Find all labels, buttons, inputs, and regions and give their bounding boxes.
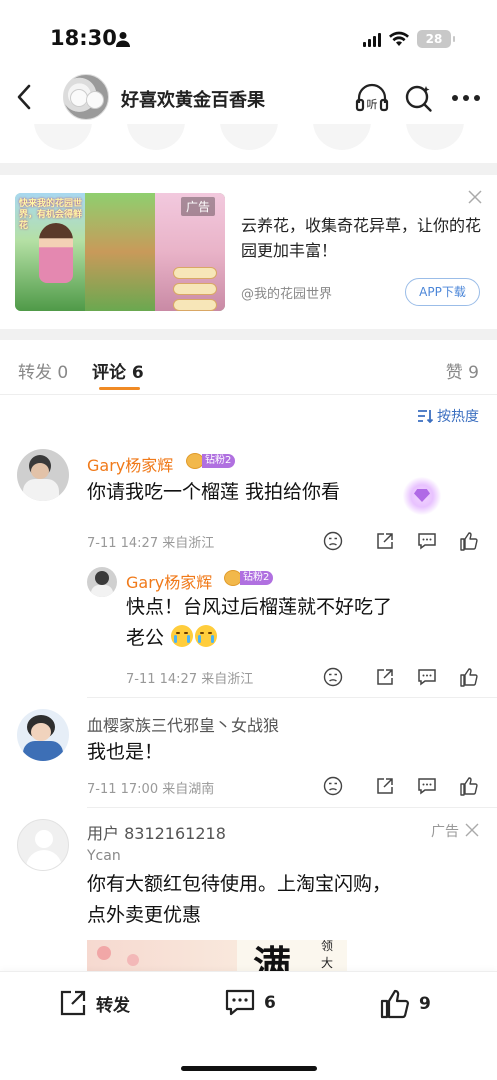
tab-like[interactable]: 赞 9 (446, 358, 479, 383)
dislike-icon[interactable] (323, 776, 343, 796)
ad-source[interactable]: @我的花园世界 (241, 283, 332, 302)
dislike-icon[interactable] (323, 531, 343, 551)
comment-subtitle: Ycan (87, 848, 121, 864)
reply-icon[interactable] (417, 667, 437, 687)
crying-emoji-icon (195, 625, 218, 647)
action-circle[interactable] (406, 124, 464, 150)
wifi-icon (389, 31, 409, 46)
listen-label: 听 (367, 98, 378, 111)
comment-text: 你请我吃一个榴莲 我拍给你看 (87, 481, 341, 503)
action-circle[interactable] (313, 124, 371, 150)
ad-tag: 广告 (431, 824, 459, 840)
divider (87, 807, 497, 808)
ad-card[interactable]: 快来我的花园世界，有机会得鲜花 广告 云养花，收集奇花异草，让你的花园更加丰富！… (0, 177, 497, 329)
bottom-action-bar: 转发 6 9 (0, 971, 497, 1080)
headphones-icon: 听 (355, 83, 389, 112)
fan-badge: 钻粉2 (224, 570, 274, 586)
comment-author[interactable]: 血樱家族三代邪皇丶女战狼 (87, 712, 279, 736)
more-button[interactable] (449, 81, 483, 115)
search-button[interactable] (402, 81, 436, 115)
battery-icon: 28 (417, 30, 455, 48)
tab-indicator (99, 387, 140, 390)
ad-text: 云养花，收集奇花异草，让你的花园更加丰富！ (241, 216, 482, 260)
action-circle[interactable] (127, 124, 185, 150)
section-divider (0, 163, 497, 175)
avatar[interactable] (17, 449, 69, 501)
ad-image-headline: 快来我的花园世界，有机会得鲜花 (19, 199, 83, 231)
tab-repost[interactable]: 转发 0 (18, 358, 68, 383)
status-time: 18:30 (50, 26, 117, 50)
share-icon[interactable] (375, 776, 395, 796)
comment-text-line2: 点外卖更优惠 (87, 904, 202, 926)
reply-author[interactable]: Gary杨家辉 (126, 569, 212, 593)
share-icon (60, 990, 86, 1016)
sort-label: 按热度 (437, 409, 479, 425)
action-icon-strip (0, 124, 497, 152)
section-divider (0, 329, 497, 340)
comment-text: 我也是！ (87, 741, 164, 763)
reply-meta: 7-11 14:27 来自浙江 (126, 672, 254, 687)
share-icon[interactable] (375, 531, 395, 551)
like-icon (380, 989, 409, 1019)
home-indicator (181, 1066, 317, 1071)
avatar[interactable] (17, 819, 69, 871)
tab-bar: 转发 0 评论 6 赞 9 (0, 340, 497, 395)
action-circle[interactable] (34, 124, 92, 150)
cellular-signal-icon (363, 31, 381, 47)
close-icon[interactable] (467, 189, 483, 205)
fan-badge: 钻粉2 (186, 453, 236, 469)
diamond-icon (402, 477, 442, 515)
chevron-left-icon (17, 84, 31, 110)
sort-icon (418, 410, 433, 423)
share-icon[interactable] (375, 667, 395, 687)
close-icon[interactable] (465, 823, 479, 837)
reply-icon[interactable] (417, 531, 437, 551)
like-icon[interactable] (459, 667, 479, 687)
back-button[interactable] (10, 80, 38, 114)
comment-meta: 7-11 14:27 来自浙江 (87, 536, 215, 551)
crying-emoji-icon (171, 625, 194, 647)
avatar[interactable] (17, 709, 69, 761)
page-title[interactable]: 好喜欢黄金百香果 (121, 86, 265, 112)
like-icon[interactable] (459, 531, 479, 551)
comment-button[interactable]: 6 (224, 988, 276, 1018)
person-icon (116, 32, 130, 47)
reply-text-line2: 老公 (126, 623, 218, 654)
reply-icon[interactable] (417, 776, 437, 796)
listen-button[interactable]: 听 (355, 81, 389, 115)
comment-meta: 7-11 17:00 来自湖南 (87, 782, 215, 797)
status-indicators: 28 (363, 30, 455, 48)
comment-count: 6 (264, 993, 276, 1013)
avatar[interactable] (87, 567, 117, 597)
repost-label: 转发 (96, 995, 130, 1016)
comment-author[interactable]: Gary杨家辉 (87, 452, 173, 476)
search-icon (405, 85, 432, 112)
app-download-button[interactable]: APP下载 (405, 278, 480, 306)
comment-text-line1: 你有大额红包待使用。上淘宝闪购， (87, 873, 392, 895)
action-circle[interactable] (220, 124, 278, 150)
comment-icon (225, 989, 255, 1016)
repost-button[interactable]: 转发 (58, 988, 130, 1018)
dislike-icon[interactable] (323, 667, 343, 687)
comment-author[interactable]: 用户 8312161218 (87, 820, 226, 844)
top-nav: 好喜欢黄金百香果 听 (0, 70, 497, 124)
ad-tag: 广告 (181, 197, 216, 216)
more-icon (452, 95, 480, 101)
like-button[interactable]: 9 (379, 988, 431, 1020)
divider (87, 697, 497, 698)
reply-text-line1: 快点！台风过后榴莲就不好吃了 (126, 596, 393, 618)
like-count: 9 (419, 994, 431, 1014)
like-icon[interactable] (459, 776, 479, 796)
avatar[interactable] (63, 74, 109, 120)
tab-comment[interactable]: 评论 6 (92, 358, 144, 383)
status-bar: 18:30 28 (0, 0, 497, 70)
sort-button[interactable]: 按热度 (417, 406, 479, 426)
